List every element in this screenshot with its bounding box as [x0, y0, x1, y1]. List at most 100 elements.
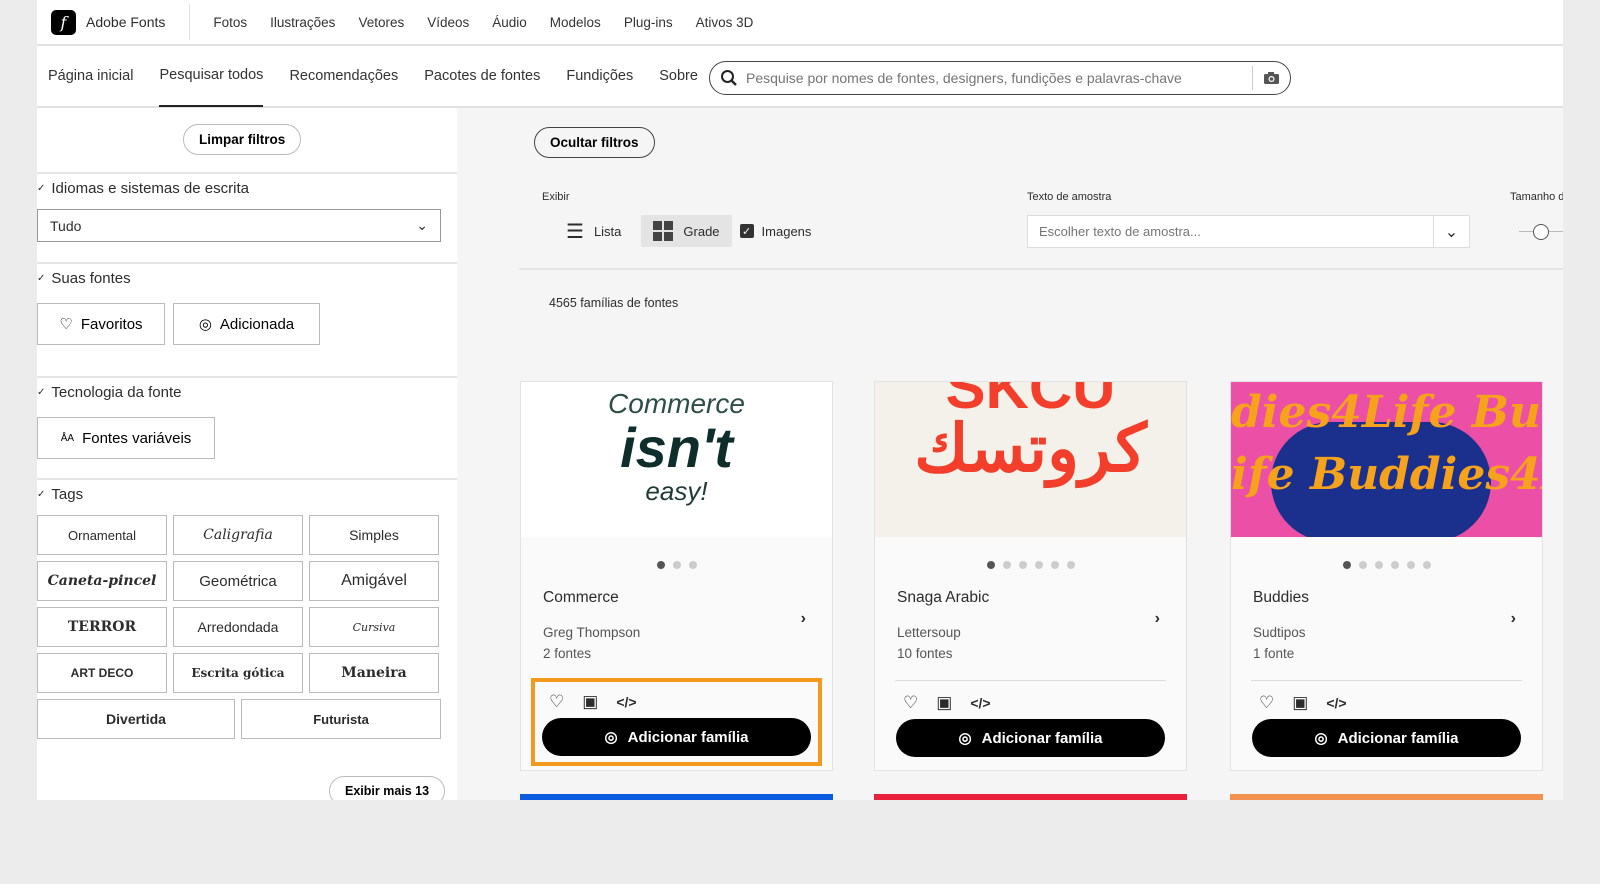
- add-family-button[interactable]: ◎ Adicionar família: [1252, 719, 1521, 757]
- chevron-down-icon[interactable]: ⌄: [1433, 216, 1469, 247]
- embed-code-icon[interactable]: </>: [1326, 695, 1346, 711]
- carousel-dot[interactable]: [1018, 561, 1027, 569]
- carousel-dot[interactable]: [1342, 561, 1351, 569]
- slider-handle[interactable]: [1533, 224, 1549, 240]
- carousel-dot[interactable]: [672, 561, 681, 569]
- bookmark-icon[interactable]: ▣: [582, 692, 598, 712]
- top-nav-link[interactable]: Modelos: [550, 15, 601, 30]
- added-filter-button[interactable]: ◎ Adicionada: [173, 303, 320, 345]
- carousel-dot[interactable]: [1390, 561, 1399, 569]
- font-family-name[interactable]: Snaga Arabic: [897, 589, 1186, 607]
- bookmark-icon[interactable]: ▣: [1292, 693, 1308, 713]
- carousel-dot[interactable]: [1358, 561, 1367, 569]
- favorites-filter-button[interactable]: ♡ Favoritos: [37, 303, 165, 345]
- tag-button[interactable]: Caligrafia: [173, 515, 303, 555]
- foundry-name[interactable]: Sudtipos: [1253, 625, 1542, 640]
- add-family-button[interactable]: ◎ Adicionar família: [896, 719, 1165, 757]
- variable-fonts-button[interactable]: ÅA Fontes variáveis: [37, 417, 215, 459]
- font-family-card[interactable]: Commerce isn't easy! Commerce Greg Thompso…: [520, 381, 833, 771]
- tag-button[interactable]: Caneta-pincel: [37, 561, 167, 601]
- search-input[interactable]: [746, 70, 1252, 86]
- tab-2[interactable]: Recomendações: [289, 45, 398, 107]
- sample-text-select[interactable]: ⌄: [1027, 215, 1470, 248]
- top-nav-link[interactable]: Ilustrações: [270, 15, 335, 30]
- bookmark-icon[interactable]: ▣: [936, 693, 952, 713]
- carousel-dot[interactable]: [688, 561, 697, 569]
- tag-button[interactable]: Arredondada: [173, 607, 303, 647]
- button-label: Lista: [593, 223, 622, 239]
- tag-button[interactable]: Amigável: [309, 561, 439, 601]
- button-label: Adicionar família: [981, 729, 1103, 747]
- tags-toggle[interactable]: ✓ Tags: [37, 486, 457, 503]
- tab-1[interactable]: Pesquisar todos: [159, 45, 264, 107]
- hide-filters-button[interactable]: Ocultar filtros: [534, 127, 655, 158]
- list-view-button[interactable]: ☰ Lista: [554, 216, 633, 246]
- embed-code-icon[interactable]: </>: [616, 694, 636, 710]
- foundry-name[interactable]: Lettersoup: [897, 625, 1186, 640]
- languages-toggle[interactable]: ✓ Idiomas e sistemas de escrita: [37, 180, 457, 197]
- tags-section: ✓ Tags Ornamental Caligrafia Simples Caneta-…: [37, 478, 457, 800]
- carousel-dot[interactable]: [1374, 561, 1383, 569]
- preview-text: ife Buddies4L: [1231, 449, 1542, 500]
- adobe-fonts-page: f Adobe Fonts Fotos Ilustrações Vetores Víd…: [37, 0, 1563, 800]
- chevron-right-icon[interactable]: ›: [801, 610, 806, 628]
- brand[interactable]: f Adobe Fonts: [37, 4, 191, 40]
- tag-button[interactable]: TERROR: [37, 607, 167, 647]
- carousel-dot[interactable]: [1034, 561, 1043, 569]
- carousel-dot[interactable]: [1050, 561, 1059, 569]
- camera-search-button[interactable]: [1252, 66, 1280, 90]
- tag-futurista[interactable]: Futurista: [241, 699, 441, 739]
- tech-toggle[interactable]: ✓ Tecnologia da fonte: [37, 384, 457, 401]
- tag-button[interactable]: ART DECO: [37, 653, 167, 693]
- tag-button[interactable]: Ornamental: [37, 515, 167, 555]
- carousel-dot[interactable]: [1422, 561, 1431, 569]
- your-fonts-toggle[interactable]: ✓ Suas fontes: [37, 270, 457, 287]
- chevron-right-icon[interactable]: ›: [1511, 610, 1516, 628]
- font-family-card[interactable]: dies4Life Bu ife Buddies4L Buddies Sudtip…: [1230, 381, 1543, 771]
- carousel-dot[interactable]: [1066, 561, 1075, 569]
- top-nav-link[interactable]: Ativos 3D: [696, 15, 754, 30]
- tag-button[interactable]: Cursiva: [309, 607, 439, 647]
- top-nav-link[interactable]: Plug-ins: [624, 15, 673, 30]
- result-count: 4565 famílias de fontes: [549, 296, 679, 310]
- tab-4[interactable]: Fundições: [566, 45, 633, 107]
- divider: [519, 268, 1563, 270]
- chevron-down-icon: ✓: [37, 273, 46, 284]
- heart-icon[interactable]: ♡: [549, 692, 564, 712]
- top-nav-link[interactable]: Vetores: [358, 15, 404, 30]
- heart-icon: ♡: [59, 316, 73, 333]
- font-family-name[interactable]: Buddies: [1253, 589, 1542, 607]
- carousel-dot[interactable]: [1002, 561, 1011, 569]
- top-nav-link[interactable]: Áudio: [492, 15, 527, 30]
- carousel-dot[interactable]: [1406, 561, 1415, 569]
- tag-divertida[interactable]: Divertida: [37, 699, 235, 739]
- carousel-dot[interactable]: [656, 561, 665, 569]
- top-nav-link[interactable]: Vídeos: [427, 15, 469, 30]
- tag-button[interactable]: Geométrica: [173, 561, 303, 601]
- language-select[interactable]: Tudo ⌄: [37, 209, 441, 242]
- search-bar[interactable]: [709, 61, 1291, 95]
- preview-text: SKCU: [945, 382, 1116, 421]
- tag-button[interactable]: Maneira: [309, 653, 439, 693]
- tag-button[interactable]: Simples: [309, 515, 439, 555]
- font-family-name[interactable]: Commerce: [543, 589, 832, 607]
- foundry-name[interactable]: Greg Thompson: [543, 625, 832, 640]
- heart-icon[interactable]: ♡: [1259, 693, 1274, 713]
- tab-0[interactable]: Página inicial: [48, 45, 133, 107]
- carousel-dot[interactable]: [986, 561, 995, 569]
- embed-code-icon[interactable]: </>: [970, 695, 990, 711]
- tab-5[interactable]: Sobre: [659, 45, 698, 107]
- font-family-card[interactable]: SKCU كروتسك Snaga Arabic Lettersoup 10 fo…: [874, 381, 1187, 771]
- images-checkbox[interactable]: ✓ Imagens: [739, 224, 811, 239]
- view-label: Exibir: [542, 191, 570, 203]
- tag-button[interactable]: Escrita gótica: [173, 653, 303, 693]
- top-nav-link[interactable]: Fotos: [213, 15, 247, 30]
- show-more-tags-button[interactable]: Exibir mais 13: [329, 776, 446, 800]
- grid-view-button[interactable]: Grade: [641, 215, 732, 247]
- sample-text-input[interactable]: [1028, 216, 1433, 247]
- add-family-button[interactable]: ◎ Adicionar família: [542, 718, 811, 756]
- tab-3[interactable]: Pacotes de fontes: [424, 45, 540, 107]
- clear-filters-button[interactable]: Limpar filtros: [183, 124, 302, 155]
- heart-icon[interactable]: ♡: [903, 693, 918, 713]
- chevron-right-icon[interactable]: ›: [1155, 610, 1160, 628]
